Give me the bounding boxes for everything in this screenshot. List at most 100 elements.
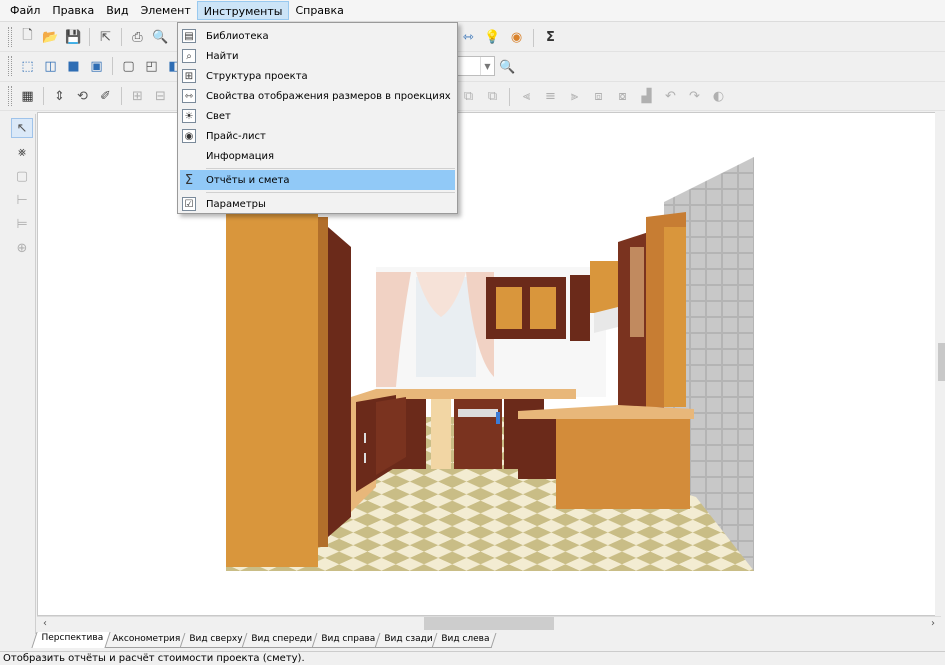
scroll-right-icon[interactable]: › bbox=[926, 616, 940, 630]
sigma-icon[interactable]: Σ bbox=[540, 27, 561, 48]
cube-solid-icon[interactable]: ■ bbox=[63, 56, 84, 77]
zoom-combo[interactable]: ▼ bbox=[457, 56, 495, 76]
menu-item-reports-estimate[interactable]: Σ Отчёты и смета bbox=[180, 170, 455, 190]
toolbar-separator bbox=[121, 28, 122, 46]
pointer-icon[interactable]: ✐ bbox=[95, 86, 116, 107]
toolbar-standard-right: ⇿ 💡 ◉ Σ bbox=[458, 27, 561, 48]
rotate-left-icon[interactable]: ↶ bbox=[660, 86, 681, 107]
print-icon[interactable]: ⎙ bbox=[127, 27, 148, 48]
print-preview-icon[interactable]: 🔍 bbox=[150, 27, 171, 48]
menu-item-label: Структура проекта bbox=[206, 70, 308, 82]
tab-label: Вид слева bbox=[441, 634, 490, 644]
menu-item-library[interactable]: ▤ Библиотека bbox=[180, 26, 455, 46]
menu-item-label: Библиотека bbox=[206, 30, 269, 42]
kitchen-render bbox=[226, 157, 754, 571]
tab-front-view[interactable]: Вид спереди bbox=[241, 633, 320, 648]
ungroup-icon[interactable]: ⊟ bbox=[150, 86, 171, 107]
light-icon[interactable]: 💡 bbox=[482, 27, 503, 48]
price-list-icon[interactable]: ◉ bbox=[506, 27, 527, 48]
menu-view[interactable]: Вид bbox=[100, 1, 134, 20]
menu-separator bbox=[206, 192, 455, 193]
menu-help[interactable]: Справка bbox=[289, 1, 349, 20]
menu-element[interactable]: Элемент bbox=[135, 1, 197, 20]
menu-item-label: Свет bbox=[206, 110, 231, 122]
menu-item-parameters[interactable]: ☑ Параметры bbox=[180, 194, 455, 214]
toolbar-view: ⬚ ◫ ■ ▣ ▢ ◰ ◧ bbox=[8, 54, 185, 78]
menu-file[interactable]: Файл bbox=[4, 1, 46, 20]
grid-icon[interactable]: ▦ bbox=[17, 86, 38, 107]
toolbar-edit: ▦ ⇕ ⟲ ✐ ⊞ ⊟ bbox=[8, 84, 171, 108]
menu-item-light[interactable]: ☀ Свет bbox=[180, 106, 455, 126]
project-structure-icon: ⊞ bbox=[182, 69, 196, 83]
export-icon[interactable]: ⇱ bbox=[95, 27, 116, 48]
box-icon[interactable]: ▢ bbox=[11, 166, 33, 186]
wireframe-front-icon[interactable]: ▢ bbox=[118, 56, 139, 77]
open-file-icon[interactable]: 📂 bbox=[40, 27, 61, 48]
menu-item-label: Информация bbox=[206, 150, 275, 162]
toolbar-grip[interactable] bbox=[8, 27, 12, 47]
measure-icon[interactable]: ⨳ bbox=[11, 142, 33, 162]
chart-icon[interactable]: ▟ bbox=[636, 86, 657, 107]
tab-label: Вид сзади bbox=[384, 634, 433, 644]
toolbar-separator bbox=[509, 87, 510, 106]
text-icon[interactable]: ⊨ bbox=[11, 214, 33, 234]
menu-item-price-list[interactable]: ◉ Прайс-лист bbox=[180, 126, 455, 146]
toolbar-separator bbox=[112, 57, 113, 75]
scroll-left-icon[interactable]: ‹ bbox=[38, 616, 52, 630]
tab-left-view[interactable]: Вид слева bbox=[431, 633, 497, 648]
align-left-icon[interactable]: ⫷ bbox=[516, 86, 537, 107]
toolbar-divider bbox=[0, 110, 945, 111]
save-icon[interactable]: 💾 bbox=[63, 27, 84, 48]
distribute-icon[interactable]: ⧈ bbox=[588, 86, 609, 107]
toolbar-divider bbox=[0, 81, 945, 82]
rotate-icon[interactable]: ⟲ bbox=[72, 86, 93, 107]
zoom-icon[interactable]: 🔍 bbox=[497, 57, 518, 78]
tab-back-view[interactable]: Вид сзади bbox=[374, 633, 440, 648]
dimension-properties-icon[interactable]: ⇿ bbox=[458, 27, 479, 48]
tab-perspective[interactable]: Перспектива bbox=[31, 632, 111, 648]
rotate-right-icon[interactable]: ↷ bbox=[684, 86, 705, 107]
left-toolbar: ↖ ⨳ ▢ ⊢ ⊨ ⊕ bbox=[8, 114, 36, 634]
wireframe-side-icon[interactable]: ◰ bbox=[141, 56, 162, 77]
new-file-icon[interactable]: 🗋 bbox=[17, 27, 38, 48]
group-icon[interactable]: ⊞ bbox=[127, 86, 148, 107]
toolbar-grip[interactable] bbox=[8, 56, 12, 76]
tab-right-view[interactable]: Вид справа bbox=[311, 633, 383, 648]
move-icon[interactable]: ⇕ bbox=[49, 86, 70, 107]
empty-icon bbox=[182, 149, 196, 163]
cube-shaded-icon[interactable]: ▣ bbox=[86, 56, 107, 77]
menu-item-project-structure[interactable]: ⊞ Структура проекта bbox=[180, 66, 455, 86]
align-right-icon[interactable]: ⫸ bbox=[564, 86, 585, 107]
price-list-icon: ◉ bbox=[182, 129, 196, 143]
toolbar-separator bbox=[89, 28, 90, 46]
horizontal-scroll-thumb[interactable] bbox=[424, 617, 554, 630]
mirror-icon[interactable]: ◐ bbox=[708, 86, 729, 107]
tab-top-view[interactable]: Вид сверху bbox=[179, 633, 250, 648]
menu-item-label: Параметры bbox=[206, 198, 266, 210]
toolbar-align: ⧉ ⧉ ⫷ ≡ ⫸ ⧈ ⧇ ▟ ↶ ↷ ◐ bbox=[458, 86, 729, 107]
distribute-vertical-icon[interactable]: ⧇ bbox=[612, 86, 633, 107]
menu-item-dimension-properties[interactable]: ⇿ Свойства отображения размеров в проекц… bbox=[180, 86, 455, 106]
toolbar-grip[interactable] bbox=[8, 86, 12, 106]
menu-tools[interactable]: Инструменты bbox=[196, 1, 290, 20]
vertical-scroll-thumb[interactable] bbox=[938, 343, 945, 381]
menu-item-information[interactable]: Информация bbox=[180, 146, 455, 166]
menu-edit[interactable]: Правка bbox=[46, 1, 100, 20]
chevron-down-icon[interactable]: ▼ bbox=[480, 57, 494, 75]
cube-front-icon[interactable]: ⬚ bbox=[17, 56, 38, 77]
viewport-3d[interactable] bbox=[37, 112, 941, 616]
toolbar-separator bbox=[121, 87, 122, 105]
paste-icon[interactable]: ⧉ bbox=[482, 86, 503, 107]
zoom-plus-icon[interactable]: ⊕ bbox=[11, 238, 33, 258]
cube-side-icon[interactable]: ◫ bbox=[40, 56, 61, 77]
dimension-icon[interactable]: ⊢ bbox=[11, 190, 33, 210]
dimension-properties-icon: ⇿ bbox=[182, 89, 196, 103]
library-icon: ▤ bbox=[182, 29, 196, 43]
tab-label: Аксонометрия bbox=[112, 634, 181, 644]
select-arrow-icon[interactable]: ↖ bbox=[11, 118, 33, 138]
status-bar: Отобразить отчёты и расчёт стоимости про… bbox=[0, 651, 945, 665]
align-center-icon[interactable]: ≡ bbox=[540, 86, 561, 107]
menu-item-find[interactable]: ⌕ Найти bbox=[180, 46, 455, 66]
tab-axonometry[interactable]: Аксонометрия bbox=[102, 633, 188, 648]
copy-icon[interactable]: ⧉ bbox=[458, 86, 479, 107]
